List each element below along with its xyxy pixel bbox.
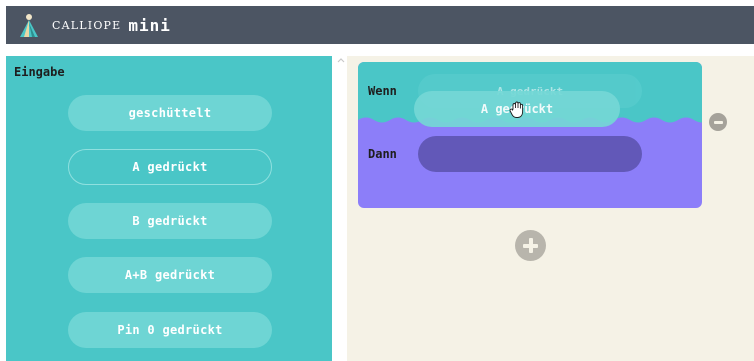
palette-block-a-pressed[interactable]: A gedrückt — [68, 149, 272, 185]
app-brand[interactable]: CALLIOPE mini — [52, 6, 171, 44]
add-rule-button[interactable] — [515, 230, 546, 261]
app-header: CALLIOPE mini — [6, 6, 754, 44]
minus-circle-icon — [713, 120, 723, 124]
brand-suffix: mini — [128, 15, 171, 35]
palette-category-title: Eingabe — [14, 65, 65, 79]
palette-block-shaken[interactable]: geschüttelt — [68, 95, 272, 131]
then-label: Dann — [368, 147, 397, 161]
then-slot[interactable] — [418, 136, 642, 172]
palette-block-ab-pressed[interactable]: A+B gedrückt — [68, 257, 272, 293]
calliope-figure-icon — [20, 14, 38, 37]
scroll-up-icon[interactable] — [337, 56, 345, 66]
palette-block-pin0-pressed[interactable]: Pin 0 gedrückt — [68, 312, 272, 348]
grab-hand-cursor-icon — [509, 101, 524, 118]
brand-name: CALLIOPE — [52, 18, 122, 32]
remove-rule-button[interactable] — [709, 113, 727, 131]
block-palette: Eingabe geschüttelt A gedrückt B gedrück… — [6, 56, 332, 361]
palette-block-b-pressed[interactable]: B gedrückt — [68, 203, 272, 239]
when-label: Wenn — [368, 84, 397, 98]
